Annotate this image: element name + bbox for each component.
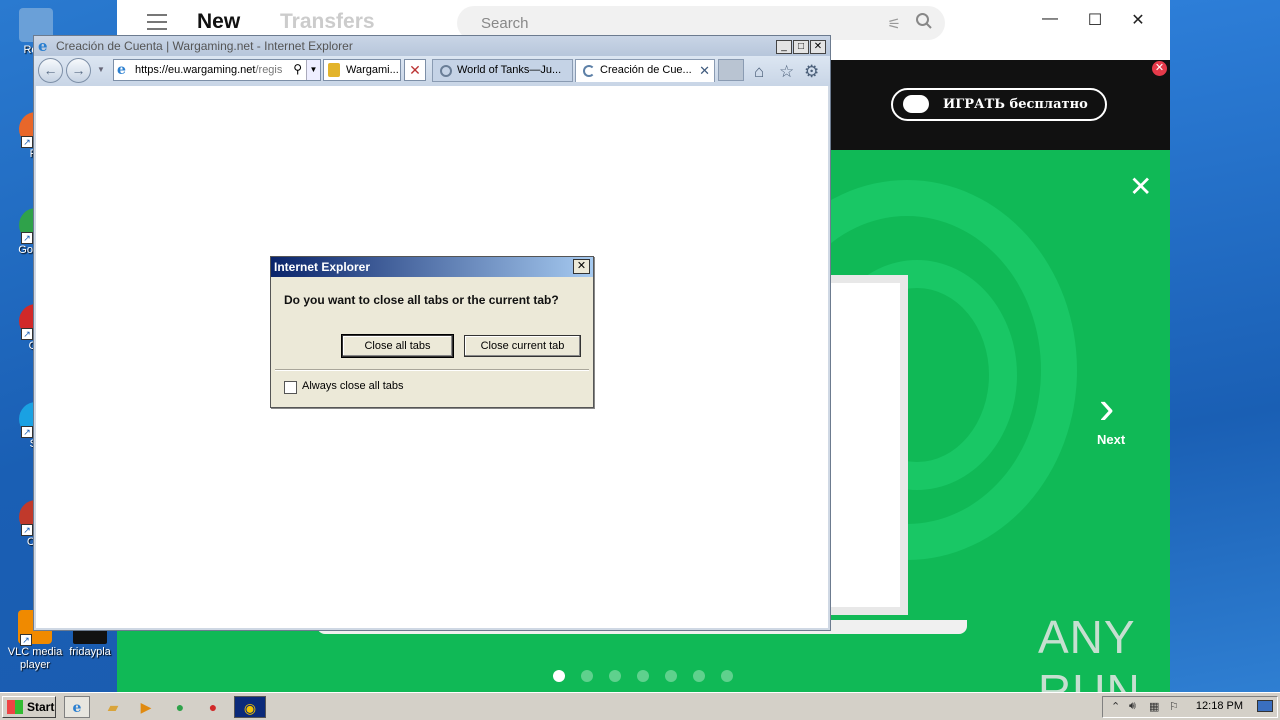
tray-expand-icon[interactable]: ⌃	[1111, 700, 1120, 713]
action-center-flag-icon[interactable]: ⚐	[1169, 700, 1179, 713]
security-label: Wargami...	[346, 64, 399, 76]
ad-banner: ИГРАТЬ бесплатно	[830, 60, 1170, 150]
taskbar-media-player-icon[interactable]: ▶	[133, 696, 159, 718]
banner-close-icon[interactable]: ✕	[1152, 61, 1167, 76]
loading-spinner-icon	[583, 65, 595, 77]
tab-label: Creación de Cue...	[600, 64, 692, 76]
close-current-tab-button[interactable]: Close current tab	[464, 335, 581, 357]
next-button[interactable]: Next	[1097, 432, 1125, 447]
taskbar-explorer-icon[interactable]: ▰	[100, 696, 126, 718]
carousel-dot[interactable]	[665, 670, 677, 682]
maximize-icon[interactable]: ☐	[1080, 10, 1110, 30]
home-icon[interactable]: ⌂	[754, 62, 764, 82]
tab-world-of-tanks[interactable]: World of Tanks—Ju...	[432, 59, 573, 82]
taskbar: Start e ▰ ▶ ● ● ◉ ⌃ 🔊︎ ▦ ⚐ 12:18 PM	[0, 692, 1280, 720]
tab-creacion-de-cuenta[interactable]: Creación de Cue... ✕	[575, 59, 715, 82]
new-tab-button[interactable]	[718, 59, 744, 81]
search-placeholder: Search	[481, 15, 529, 32]
desktop-background-right	[1170, 0, 1280, 692]
ie-close-icon[interactable]: ✕	[810, 40, 826, 54]
filter-icon[interactable]: ⚟	[888, 15, 901, 33]
always-close-checkbox[interactable]	[284, 381, 297, 394]
always-close-label[interactable]: Always close all tabs	[302, 380, 404, 392]
address-search-icon[interactable]: ⚲	[293, 62, 302, 76]
ie-navbar: ← → ▼ e https://eu.wargaming.net/regis ⚲…	[34, 56, 830, 86]
anyrun-watermark: ANY RUN	[1038, 611, 1141, 692]
dialog-titlebar[interactable]: Internet Explorer ✕	[271, 257, 593, 277]
dialog-question: Do you want to close all tabs or the cur…	[284, 293, 559, 307]
gear-icon[interactable]: ⚙	[804, 62, 819, 82]
carousel-dot[interactable]	[637, 670, 649, 682]
dialog-title: Internet Explorer	[274, 260, 371, 274]
taskbar-app-icon[interactable]: ◉	[234, 696, 266, 718]
carousel-dot[interactable]	[553, 670, 565, 682]
gamepad-icon	[903, 95, 929, 113]
address-dropdown-icon[interactable]: ▼	[306, 60, 320, 80]
tab-favicon-icon	[440, 65, 452, 77]
dialog-separator	[275, 369, 589, 371]
start-label: Start	[27, 700, 55, 714]
address-bar[interactable]: e https://eu.wargaming.net/regis ⚲ ▼	[113, 59, 321, 81]
tab-transfers[interactable]: Transfers	[280, 10, 375, 34]
tab-new[interactable]: New	[197, 10, 240, 34]
close-all-tabs-button[interactable]: Close all tabs	[341, 334, 454, 358]
carousel-dots	[553, 670, 749, 685]
close-icon[interactable]: ✕	[1123, 10, 1153, 30]
taskbar-chrome-icon[interactable]: ●	[167, 696, 193, 718]
minimize-icon[interactable]: —	[1035, 10, 1065, 28]
back-arrow-icon[interactable]: ←	[38, 58, 63, 83]
history-dropdown-icon[interactable]: ▼	[97, 65, 105, 74]
desktop-icon-label: fridaypla	[69, 646, 111, 658]
next-chevron-icon[interactable]: ›	[1099, 380, 1114, 434]
favorites-star-icon[interactable]: ☆	[779, 62, 794, 82]
clock[interactable]: 12:18 PM	[1196, 700, 1243, 712]
start-button[interactable]: Start	[2, 696, 56, 718]
show-desktop-icon[interactable]	[1257, 700, 1273, 712]
carousel-close-icon[interactable]: ✕	[1129, 170, 1152, 203]
search-icon[interactable]	[915, 12, 933, 30]
security-report[interactable]: Wargami...	[323, 59, 401, 81]
lock-icon	[328, 63, 340, 77]
volume-icon[interactable]: 🔊︎	[1129, 700, 1136, 713]
ie-maximize-icon[interactable]: □	[793, 40, 809, 54]
carousel-dot[interactable]	[693, 670, 705, 682]
tab-label: World of Tanks—Ju...	[457, 64, 562, 76]
forward-arrow-icon[interactable]: →	[66, 58, 91, 83]
windows-logo-icon	[7, 700, 23, 714]
page-ie-icon: e	[117, 62, 126, 78]
laptop-illustration	[823, 275, 908, 615]
close-tabs-dialog: Internet Explorer ✕ Do you want to close…	[270, 256, 594, 408]
taskbar-ie-icon[interactable]: e	[64, 696, 90, 718]
system-tray: ⌃ 🔊︎ ▦ ⚐ 12:18 PM	[1102, 696, 1278, 718]
ie-minimize-icon[interactable]: _	[776, 40, 792, 54]
stop-icon[interactable]: ✕	[404, 59, 426, 81]
tab-close-icon[interactable]: ✕	[699, 60, 710, 81]
carousel-dot[interactable]	[721, 670, 733, 682]
address-text[interactable]: https://eu.wargaming.net/regis	[135, 64, 287, 76]
desktop-icon-label: VLC media player	[7, 646, 63, 671]
play-free-label: ИГРАТЬ бесплатно	[943, 97, 1088, 112]
taskbar-opera-icon[interactable]: ●	[200, 696, 226, 718]
ie-titlebar[interactable]: e Creación de Cuenta | Wargaming.net - I…	[34, 36, 830, 56]
ie-logo-icon: e	[38, 37, 48, 55]
carousel-dot[interactable]	[581, 670, 593, 682]
ie-window-title: Creación de Cuenta | Wargaming.net - Int…	[56, 39, 353, 53]
hamburger-menu-icon[interactable]	[147, 14, 167, 30]
network-icon[interactable]: ▦	[1149, 700, 1159, 713]
carousel-dot[interactable]	[609, 670, 621, 682]
dialog-close-icon[interactable]: ✕	[573, 259, 590, 274]
play-free-button[interactable]: ИГРАТЬ бесплатно	[891, 88, 1107, 121]
